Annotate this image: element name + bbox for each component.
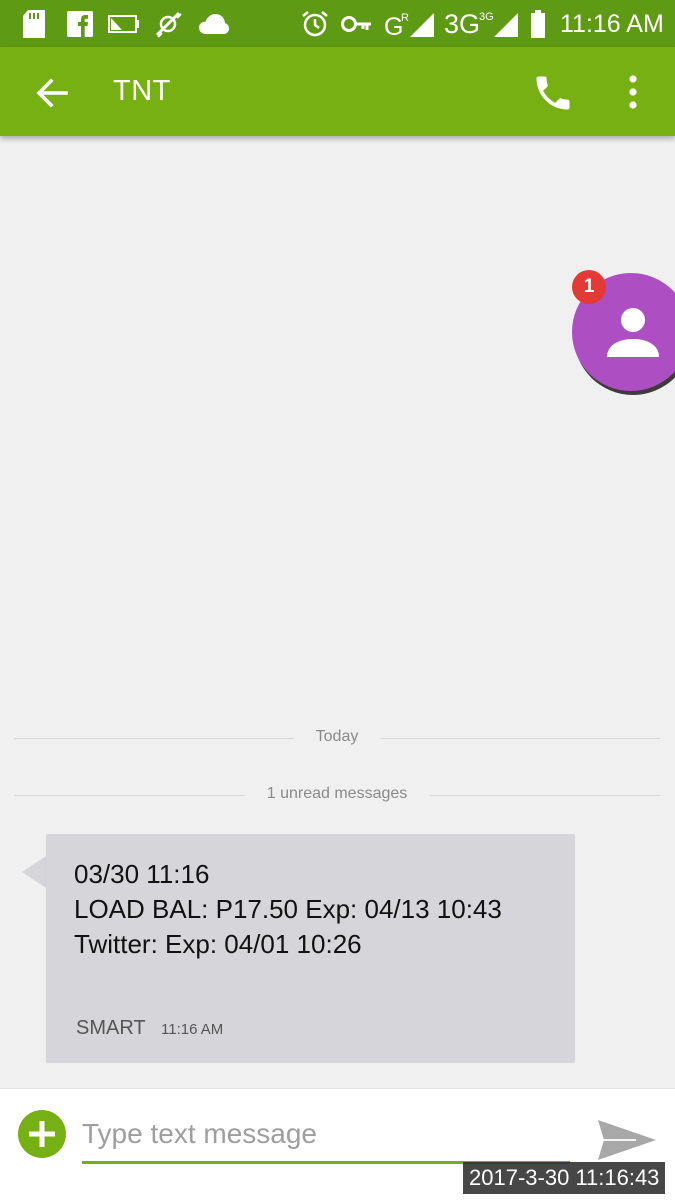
message-time: 11:16 AM	[161, 1021, 224, 1038]
date-divider-label: Today	[293, 728, 381, 746]
battery-low-icon	[107, 9, 141, 39]
usb-debug-icon	[152, 9, 184, 39]
cloud-icon	[197, 9, 231, 39]
send-icon[interactable]	[596, 1118, 658, 1162]
svg-text:3G: 3G	[479, 11, 494, 23]
unread-divider-label: 1 unread messages	[244, 785, 430, 803]
add-attachment-icon[interactable]	[18, 1110, 66, 1158]
more-options-icon[interactable]	[622, 73, 644, 113]
bubble-tail	[22, 856, 46, 888]
network-type: 3G	[444, 9, 481, 39]
person-icon	[607, 308, 659, 357]
message-bubble[interactable]: 03/30 11:16 LOAD BAL: P17.50 Exp: 04/13 …	[46, 834, 575, 1062]
phone-call-icon[interactable]	[530, 71, 576, 115]
facebook-icon	[66, 9, 94, 39]
message-sender: SMART	[76, 1017, 146, 1039]
vpn-key-icon	[340, 9, 374, 39]
back-arrow-icon[interactable]	[34, 75, 70, 111]
sd-card-icon	[22, 9, 46, 39]
message-input[interactable]	[82, 1109, 572, 1159]
unread-badge: 1	[572, 270, 606, 304]
battery-icon	[528, 9, 548, 39]
message-line: Twitter: Exp: 04/01 10:26	[74, 929, 362, 959]
app-bar: TNT	[0, 47, 675, 136]
status-bar: GR 3G 3G 11:16 AM	[0, 0, 675, 47]
status-time: 11:16 AM	[560, 10, 664, 38]
screenshot-timestamp: 2017-3-30 11:16:43	[463, 1162, 666, 1194]
conversation-title: TNT	[113, 75, 171, 107]
svg-text:R: R	[401, 12, 409, 24]
message-line: LOAD BAL: P17.50 Exp: 04/13 10:43	[74, 894, 502, 924]
signal-roaming-icon: GR	[384, 9, 436, 39]
alarm-icon	[300, 9, 330, 39]
date-divider: Today	[14, 728, 660, 748]
message-line: 03/30 11:16	[74, 859, 210, 889]
unread-divider: 1 unread messages	[14, 785, 660, 805]
signal-3g-icon: 3G	[478, 9, 520, 39]
